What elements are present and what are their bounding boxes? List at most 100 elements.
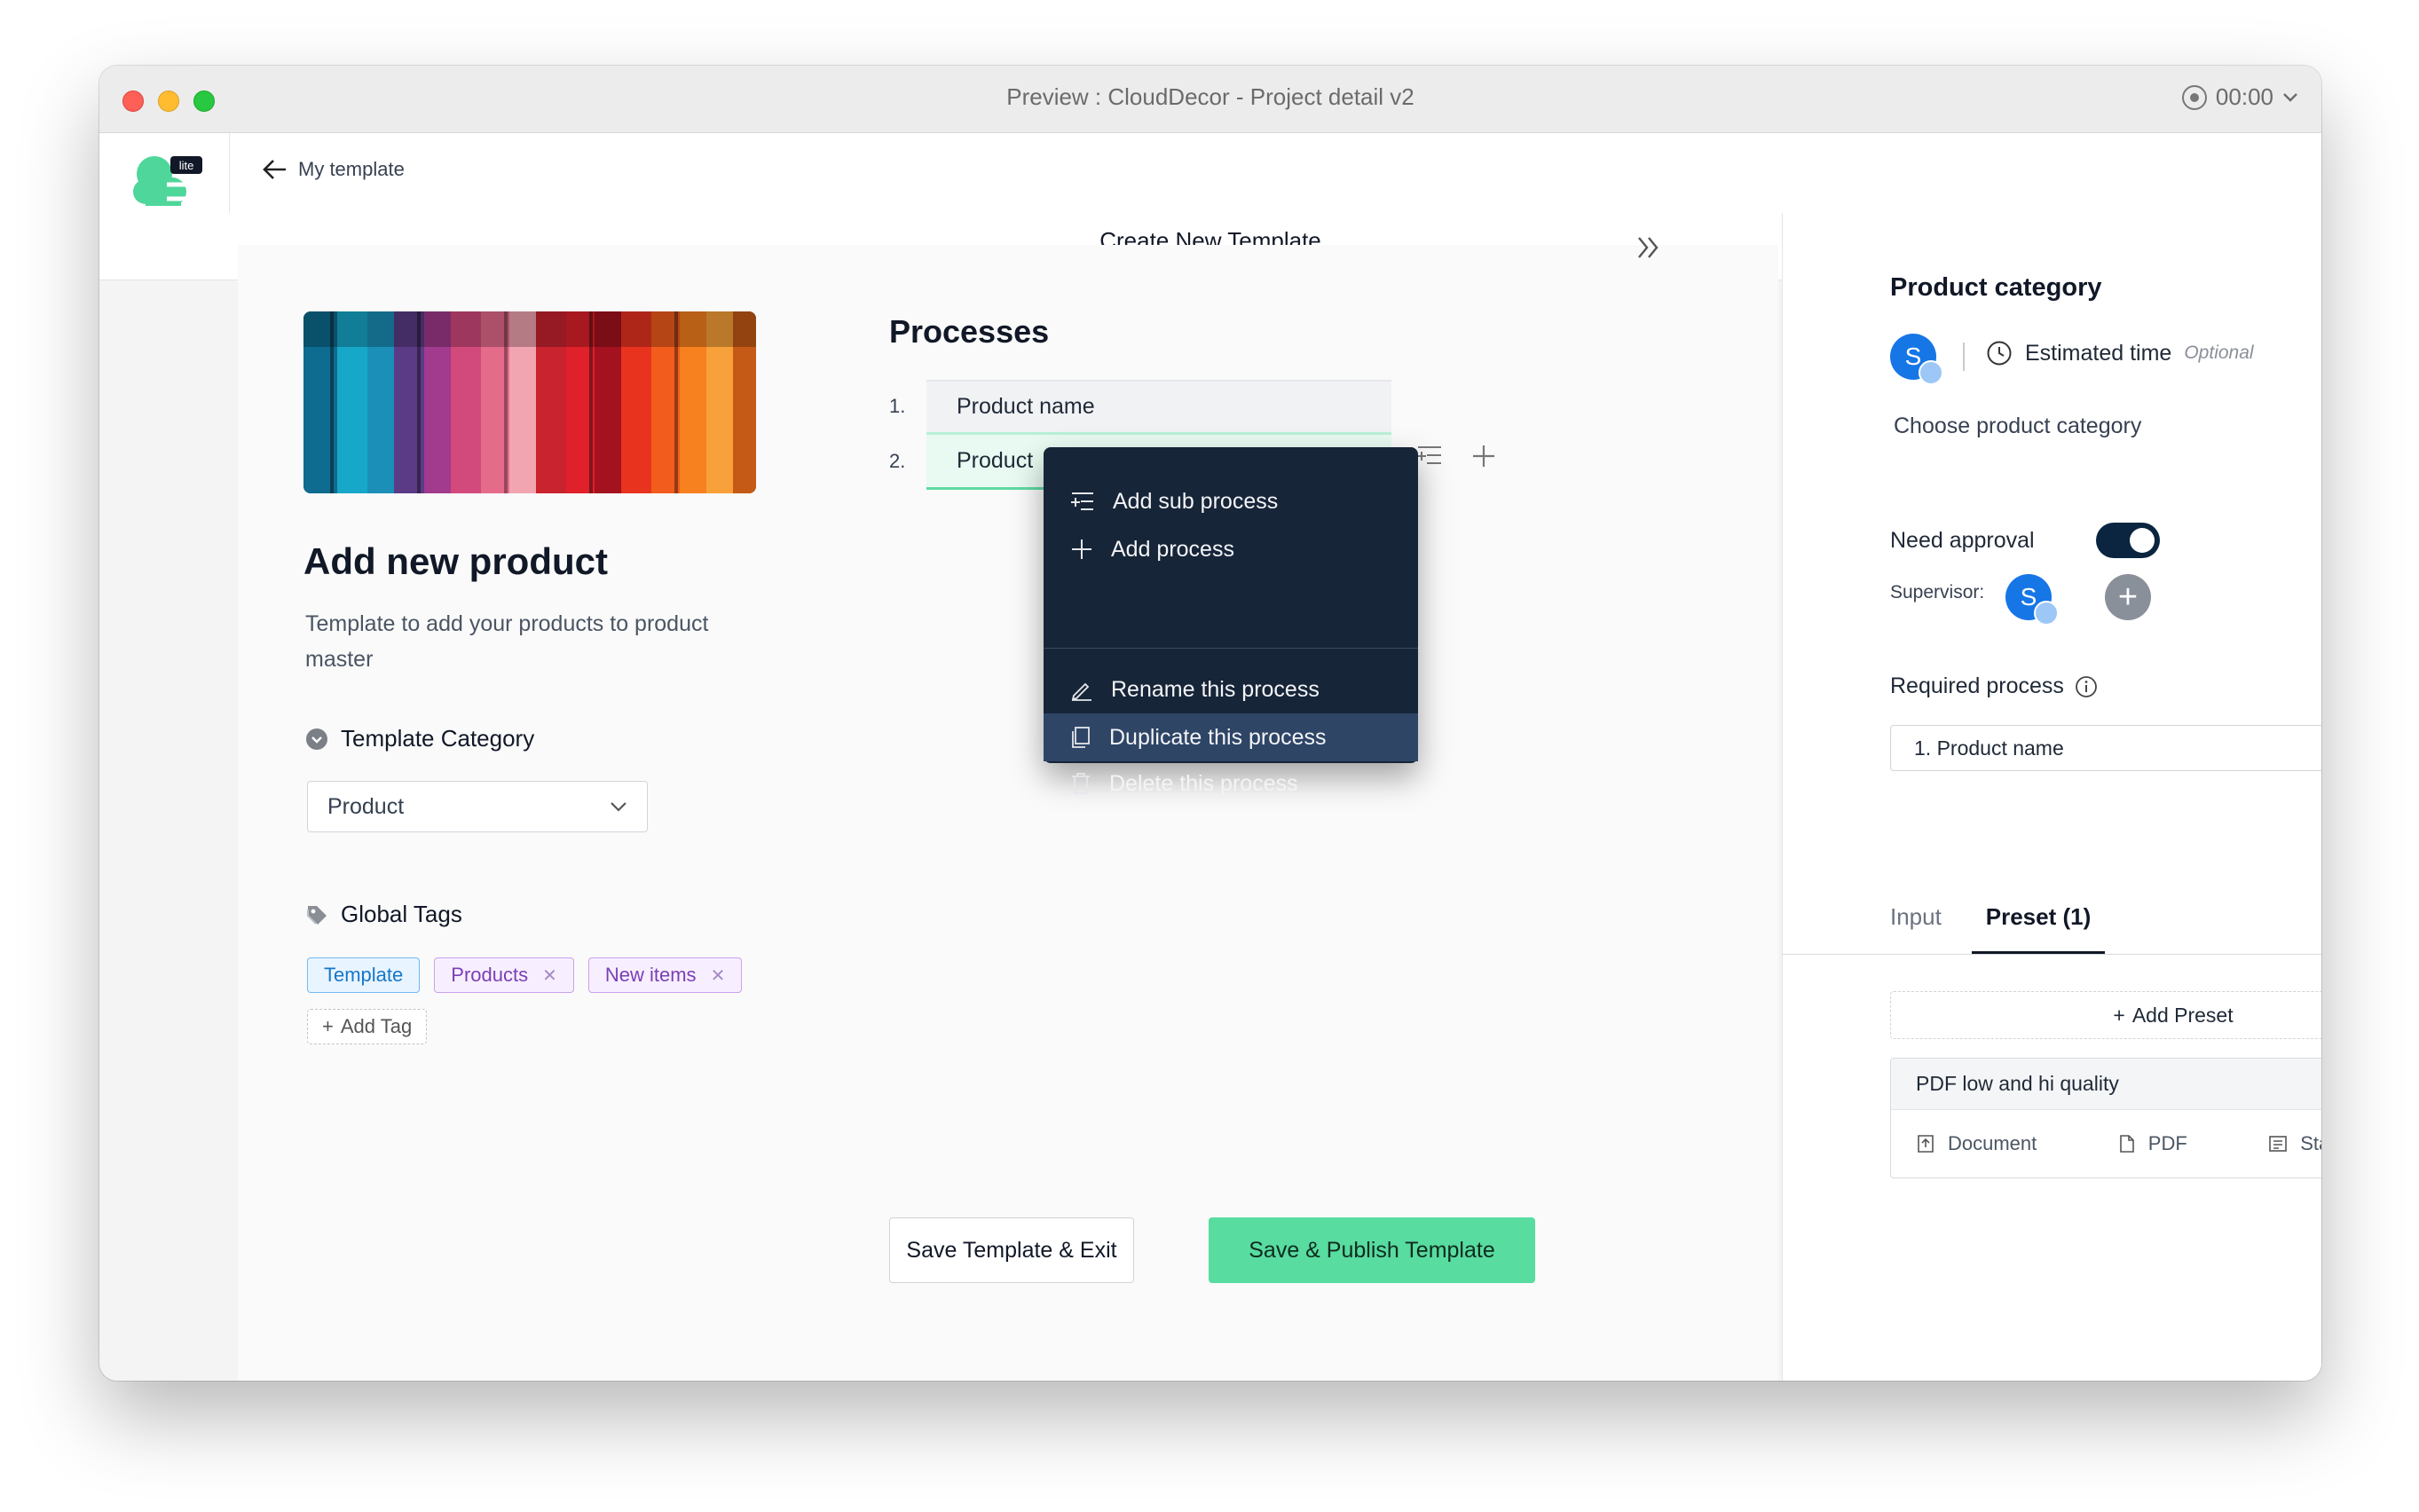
- process-instruction[interactable]: Choose product category: [1894, 413, 2141, 439]
- copy-icon: [1072, 727, 1090, 748]
- menu-rename-process[interactable]: Rename this process: [1044, 665, 1418, 713]
- tag-icon: [307, 905, 327, 925]
- file-icon: [2119, 1135, 2134, 1153]
- tag-new-items[interactable]: New items ✕: [587, 957, 743, 993]
- required-process-select[interactable]: 1. Product name ✕: [1890, 725, 2321, 771]
- print-quality-icon: [2269, 1136, 2288, 1152]
- window-titlebar: Preview : CloudDecor - Project detail v2…: [99, 66, 2321, 133]
- info-icon[interactable]: [2075, 675, 2098, 698]
- template-cover-image[interactable]: [303, 311, 756, 493]
- supervisor-label: Supervisor:: [1890, 582, 1985, 602]
- preset-card: PDF low and hi quality Document PDF Stan…: [1890, 1058, 2321, 1178]
- preset-details: Document PDF Standard, Print: [1891, 1110, 2321, 1177]
- clock-icon: [1987, 341, 2012, 366]
- menu-item-label: Add sub process: [1113, 488, 1279, 514]
- plus-icon: +: [322, 1015, 334, 1037]
- recording-timer[interactable]: 00:00: [2181, 83, 2298, 111]
- required-process-label: Required process: [1890, 673, 2098, 699]
- template-category-label: Template Category: [305, 725, 534, 752]
- menu-item-label: Duplicate this process: [1109, 724, 1327, 750]
- tab-preset[interactable]: Preset (1): [1972, 903, 2105, 955]
- tag-label: New items: [604, 964, 697, 986]
- process-row-actions: [1416, 444, 1496, 469]
- add-preset-label: Add Preset: [2131, 1003, 2234, 1027]
- add-preset-button[interactable]: + Add Preset: [1890, 991, 2321, 1039]
- plus-icon: +: [2113, 1003, 2125, 1027]
- tag-template[interactable]: Template: [307, 957, 421, 993]
- template-category-text: Template Category: [341, 725, 535, 752]
- tabs-divider: [1782, 954, 2321, 955]
- clouddecor-logo[interactable]: lite: [131, 153, 208, 211]
- supervisor-avatar[interactable]: S: [2005, 574, 2059, 626]
- assignee-avatar[interactable]: S: [1890, 334, 1943, 385]
- menu-item-label: Delete this process: [1109, 770, 1298, 796]
- menu-delete-process[interactable]: Delete this process: [1044, 760, 1418, 807]
- tag-list: Template Products ✕ New items ✕: [307, 957, 743, 993]
- global-tags-label: Global Tags: [305, 901, 462, 928]
- chevron-down-icon: [611, 802, 626, 812]
- preset-format: PDF: [2118, 1132, 2187, 1155]
- save-publish-template-button[interactable]: Save & Publish Template: [1209, 1217, 1535, 1283]
- preset-name: PDF low and hi quality: [1916, 1072, 2119, 1095]
- panel-title: Product category: [1890, 273, 2102, 302]
- document-upload-icon: [1918, 1135, 1934, 1153]
- plus-icon: [1072, 539, 1091, 559]
- add-process-icon[interactable]: [1471, 444, 1496, 469]
- menu-add-sub-process[interactable]: Add sub process: [1044, 477, 1418, 525]
- preset-format-text: PDF: [2147, 1132, 2187, 1154]
- estimated-time-label: Estimated time: [2025, 340, 2172, 366]
- tag-products[interactable]: Products ✕: [434, 957, 574, 993]
- template-category-value: Product: [327, 793, 405, 819]
- shield-badge-icon: [2034, 601, 2059, 626]
- global-tags-text: Global Tags: [341, 901, 462, 927]
- add-tag-button[interactable]: + Add Tag: [307, 1009, 428, 1044]
- arrow-left-icon: [263, 160, 286, 179]
- timer-value: 00:00: [2215, 83, 2273, 110]
- preset-type: Document: [1916, 1132, 2037, 1155]
- preset-quality-text: Standard, Print: [2300, 1132, 2321, 1154]
- need-approval-toggle[interactable]: [2096, 523, 2160, 558]
- chevron-down-icon: [2283, 92, 2297, 102]
- save-template-exit-button[interactable]: Save Template & Exit: [889, 1217, 1134, 1283]
- remove-tag-icon[interactable]: ✕: [711, 965, 726, 987]
- menu-divider: [1044, 648, 1418, 649]
- optional-label: Optional: [2184, 343, 2254, 363]
- menu-item-label: Rename this process: [1111, 676, 1320, 702]
- back-link-label: My template: [298, 158, 405, 180]
- process-name-input[interactable]: Product: [957, 448, 1033, 474]
- add-sub-process-icon: [1071, 492, 1093, 510]
- header-divider: [229, 133, 230, 213]
- preset-header[interactable]: PDF low and hi quality: [1891, 1059, 2321, 1110]
- tab-input[interactable]: Input: [1890, 903, 1942, 931]
- menu-item-label: Add process: [1111, 536, 1234, 562]
- required-process-text: Required process: [1890, 673, 2064, 698]
- preset-type-text: Document: [1948, 1132, 2037, 1154]
- menu-duplicate-process[interactable]: Duplicate this process: [1044, 713, 1418, 761]
- template-title[interactable]: Add new product: [303, 540, 608, 583]
- add-tag-label: Add Tag: [340, 1015, 413, 1037]
- menu-add-process[interactable]: Add process: [1044, 525, 1418, 573]
- collapse-panel-icon[interactable]: [1636, 234, 1661, 261]
- template-category-select[interactable]: Product: [307, 781, 648, 832]
- estimated-time-field[interactable]: Estimated time Optional: [1986, 340, 2254, 366]
- back-to-my-template[interactable]: My template: [261, 158, 405, 181]
- tag-label: Template: [324, 964, 404, 986]
- process-name: Product name: [957, 394, 1095, 419]
- process-row-1[interactable]: Product name: [926, 380, 1391, 435]
- process-number: 1.: [889, 395, 906, 417]
- process-number: 2.: [889, 450, 906, 472]
- remove-tag-icon[interactable]: ✕: [542, 965, 557, 987]
- tag-label: Products: [451, 964, 529, 986]
- add-sub-process-icon[interactable]: [1416, 444, 1443, 469]
- trash-icon: [1072, 773, 1090, 794]
- add-supervisor-button[interactable]: +: [2105, 574, 2151, 620]
- logo-badge: lite: [179, 159, 194, 172]
- required-process-value: 1. Product name: [1914, 736, 2064, 760]
- window-title: Preview : CloudDecor - Project detail v2: [1006, 83, 1414, 110]
- user-badge-icon: [1919, 360, 1943, 385]
- check-circle-icon: [306, 728, 327, 750]
- processes-title: Processes: [889, 313, 1050, 350]
- preset-quality: Standard, Print: [2268, 1132, 2321, 1155]
- template-description[interactable]: Template to add your products to product…: [305, 606, 767, 677]
- process-context-menu: Add sub process Add process Rename this …: [1044, 447, 1418, 796]
